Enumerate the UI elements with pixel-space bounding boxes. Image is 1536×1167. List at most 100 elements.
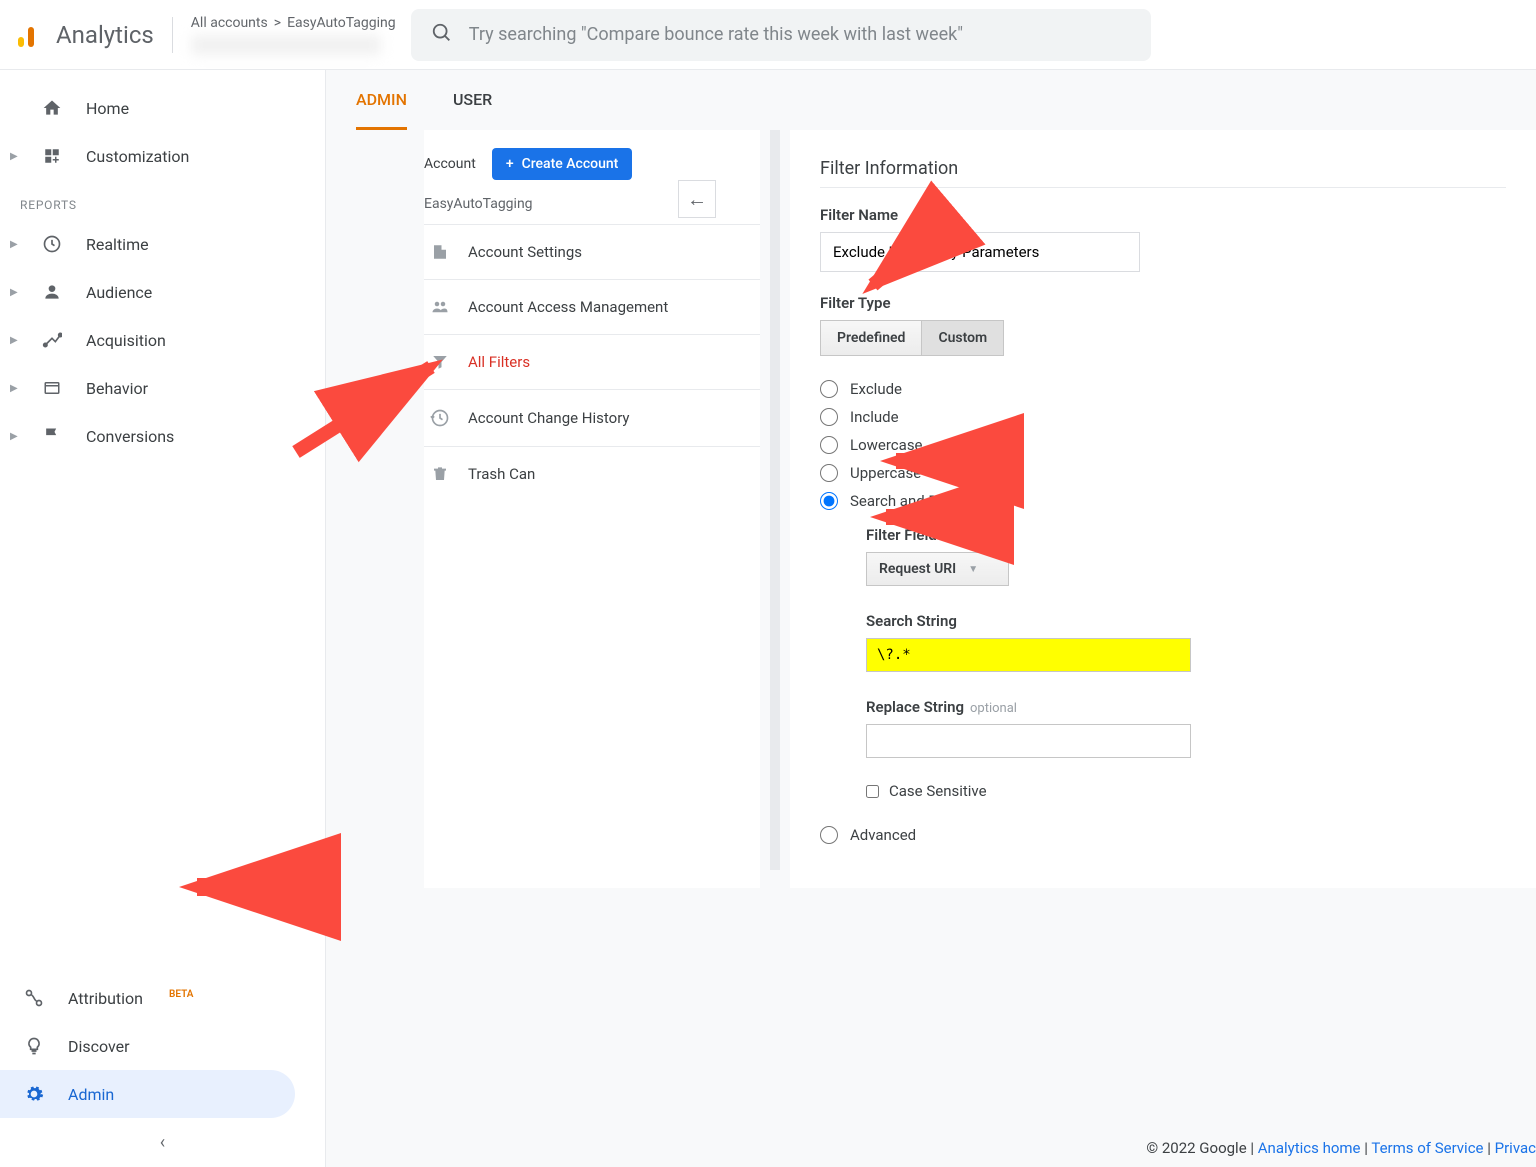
custom-toggle[interactable]: Custom — [921, 320, 1004, 356]
clock-icon — [40, 232, 64, 256]
breadcrumb-account: EasyAutoTagging — [287, 15, 396, 31]
divider — [172, 17, 173, 53]
gear-icon — [22, 1082, 46, 1106]
nav-attribution[interactable]: Attribution BETA — [0, 974, 325, 1022]
search-string-label: Search String — [866, 612, 1506, 630]
search-string-input[interactable] — [866, 638, 1191, 672]
nav-conversions[interactable]: ▶ Conversions — [0, 412, 325, 460]
radio-lowercase[interactable]: Lowercase — [820, 436, 1506, 454]
expand-icon: ▶ — [10, 335, 18, 346]
nav-acquisition-label: Acquisition — [86, 331, 166, 350]
predefined-toggle[interactable]: Predefined — [820, 320, 921, 356]
radio-uppercase[interactable]: Uppercase — [820, 464, 1506, 482]
radio-advanced[interactable]: Advanced — [820, 826, 1506, 844]
nav-audience[interactable]: ▶ Audience — [0, 268, 325, 316]
customization-icon — [40, 144, 64, 168]
home-icon — [40, 96, 64, 120]
lightbulb-icon — [22, 1034, 46, 1058]
nav-customization[interactable]: ▶ Customization — [0, 132, 325, 180]
tab-user[interactable]: USER — [453, 90, 492, 130]
nav-acquisition[interactable]: ▶ Acquisition — [0, 316, 325, 364]
change-history-label: Account Change History — [468, 409, 630, 427]
back-button[interactable]: ← — [678, 180, 716, 218]
search-icon — [431, 22, 453, 48]
nav-conversions-label: Conversions — [86, 427, 174, 446]
caret-down-icon: ▼ — [968, 564, 978, 575]
filter-field-value: Request URI — [879, 561, 956, 577]
filter-name-input[interactable] — [820, 232, 1140, 272]
account-selector[interactable]: All accounts > EasyAutoTagging — [191, 15, 401, 55]
nav-realtime-label: Realtime — [86, 235, 149, 254]
radio-include[interactable]: Include — [820, 408, 1506, 426]
property-name-redacted — [191, 35, 381, 55]
filter-icon — [430, 353, 450, 371]
replace-string-label: Replace Stringoptional — [866, 698, 1506, 716]
case-sensitive-checkbox[interactable]: Case Sensitive — [866, 782, 1506, 800]
logo[interactable]: Analytics — [18, 19, 154, 51]
all-filters-item[interactable]: All Filters — [424, 335, 760, 390]
footer-terms[interactable]: Terms of Service — [1371, 1139, 1483, 1157]
expand-icon: ▶ — [10, 239, 18, 250]
filter-mode-radios: Exclude Include Lowercase Uppercase Sear… — [820, 380, 1506, 510]
nav-discover[interactable]: Discover — [0, 1022, 325, 1070]
replace-string-input[interactable] — [866, 724, 1191, 758]
nav-attribution-label: Attribution — [68, 989, 143, 1008]
nav-home-label: Home — [86, 99, 129, 118]
nav-admin-label: Admin — [68, 1085, 114, 1104]
filter-field-label: Filter Field — [866, 526, 1506, 544]
search-placeholder: Try searching "Compare bounce rate this … — [469, 24, 963, 45]
account-label: Account — [424, 156, 476, 172]
trash-can-item[interactable]: Trash Can — [424, 447, 760, 501]
nav-behavior[interactable]: ▶ Behavior — [0, 364, 325, 412]
left-nav: Home ▶ Customization REPORTS ▶ Realtime … — [0, 70, 326, 1167]
plus-icon: + — [506, 156, 514, 172]
nav-admin[interactable]: Admin — [0, 1070, 295, 1118]
acquisition-icon — [40, 328, 64, 352]
filter-field-dropdown[interactable]: Request URI ▼ — [866, 552, 1009, 586]
account-column: Account + Create Account EasyAutoTagging… — [424, 130, 760, 888]
history-icon — [430, 408, 450, 428]
breadcrumb-all: All accounts — [191, 15, 268, 31]
trash-icon — [430, 465, 450, 483]
beta-badge: BETA — [169, 989, 193, 1000]
account-access-label: Account Access Management — [468, 298, 668, 316]
filter-panel: Filter Information Filter Name Filter Ty… — [790, 130, 1536, 888]
expand-icon: ▶ — [10, 383, 18, 394]
filter-name-label: Filter Name — [820, 206, 1506, 224]
radio-exclude[interactable]: Exclude — [820, 380, 1506, 398]
scroll-track[interactable] — [770, 130, 780, 870]
footer-analytics-home[interactable]: Analytics home — [1258, 1139, 1361, 1157]
nav-audience-label: Audience — [86, 283, 152, 302]
filter-type-label: Filter Type — [820, 294, 1506, 312]
account-access-item[interactable]: Account Access Management — [424, 280, 760, 335]
attribution-icon — [22, 986, 46, 1010]
radio-search-replace[interactable]: Search and Replace — [820, 492, 1506, 510]
analytics-logo-icon — [18, 19, 44, 51]
change-history-item[interactable]: Account Change History — [424, 390, 760, 447]
create-account-button[interactable]: + Create Account — [492, 148, 633, 180]
people-icon — [430, 298, 450, 316]
app-title: Analytics — [56, 21, 154, 49]
filter-section-title: Filter Information — [820, 158, 1506, 188]
arrow-left-icon: ← — [687, 187, 707, 212]
expand-icon: ▶ — [10, 151, 18, 162]
tab-admin[interactable]: ADMIN — [356, 90, 407, 130]
search-input[interactable]: Try searching "Compare bounce rate this … — [411, 9, 1151, 61]
footer-privacy[interactable]: Privac — [1495, 1139, 1536, 1157]
nav-realtime[interactable]: ▶ Realtime — [0, 220, 325, 268]
account-settings-item[interactable]: Account Settings — [424, 225, 760, 280]
collapse-sidebar-button[interactable]: ‹ — [0, 1118, 325, 1167]
footer: © 2022 Google | Analytics home | Terms o… — [1146, 1139, 1536, 1157]
behavior-icon — [40, 376, 64, 400]
tab-bar: ADMIN USER — [326, 70, 1536, 130]
all-filters-label: All Filters — [468, 353, 530, 371]
building-icon — [430, 243, 450, 261]
expand-icon: ▶ — [10, 431, 18, 442]
nav-home[interactable]: Home — [0, 84, 325, 132]
nav-customization-label: Customization — [86, 147, 189, 166]
filter-type-toggle: Predefined Custom — [820, 320, 1506, 356]
breadcrumb-separator: > — [274, 15, 281, 31]
trash-can-label: Trash Can — [468, 465, 535, 483]
account-settings-label: Account Settings — [468, 243, 582, 261]
create-account-label: Create Account — [522, 156, 619, 172]
